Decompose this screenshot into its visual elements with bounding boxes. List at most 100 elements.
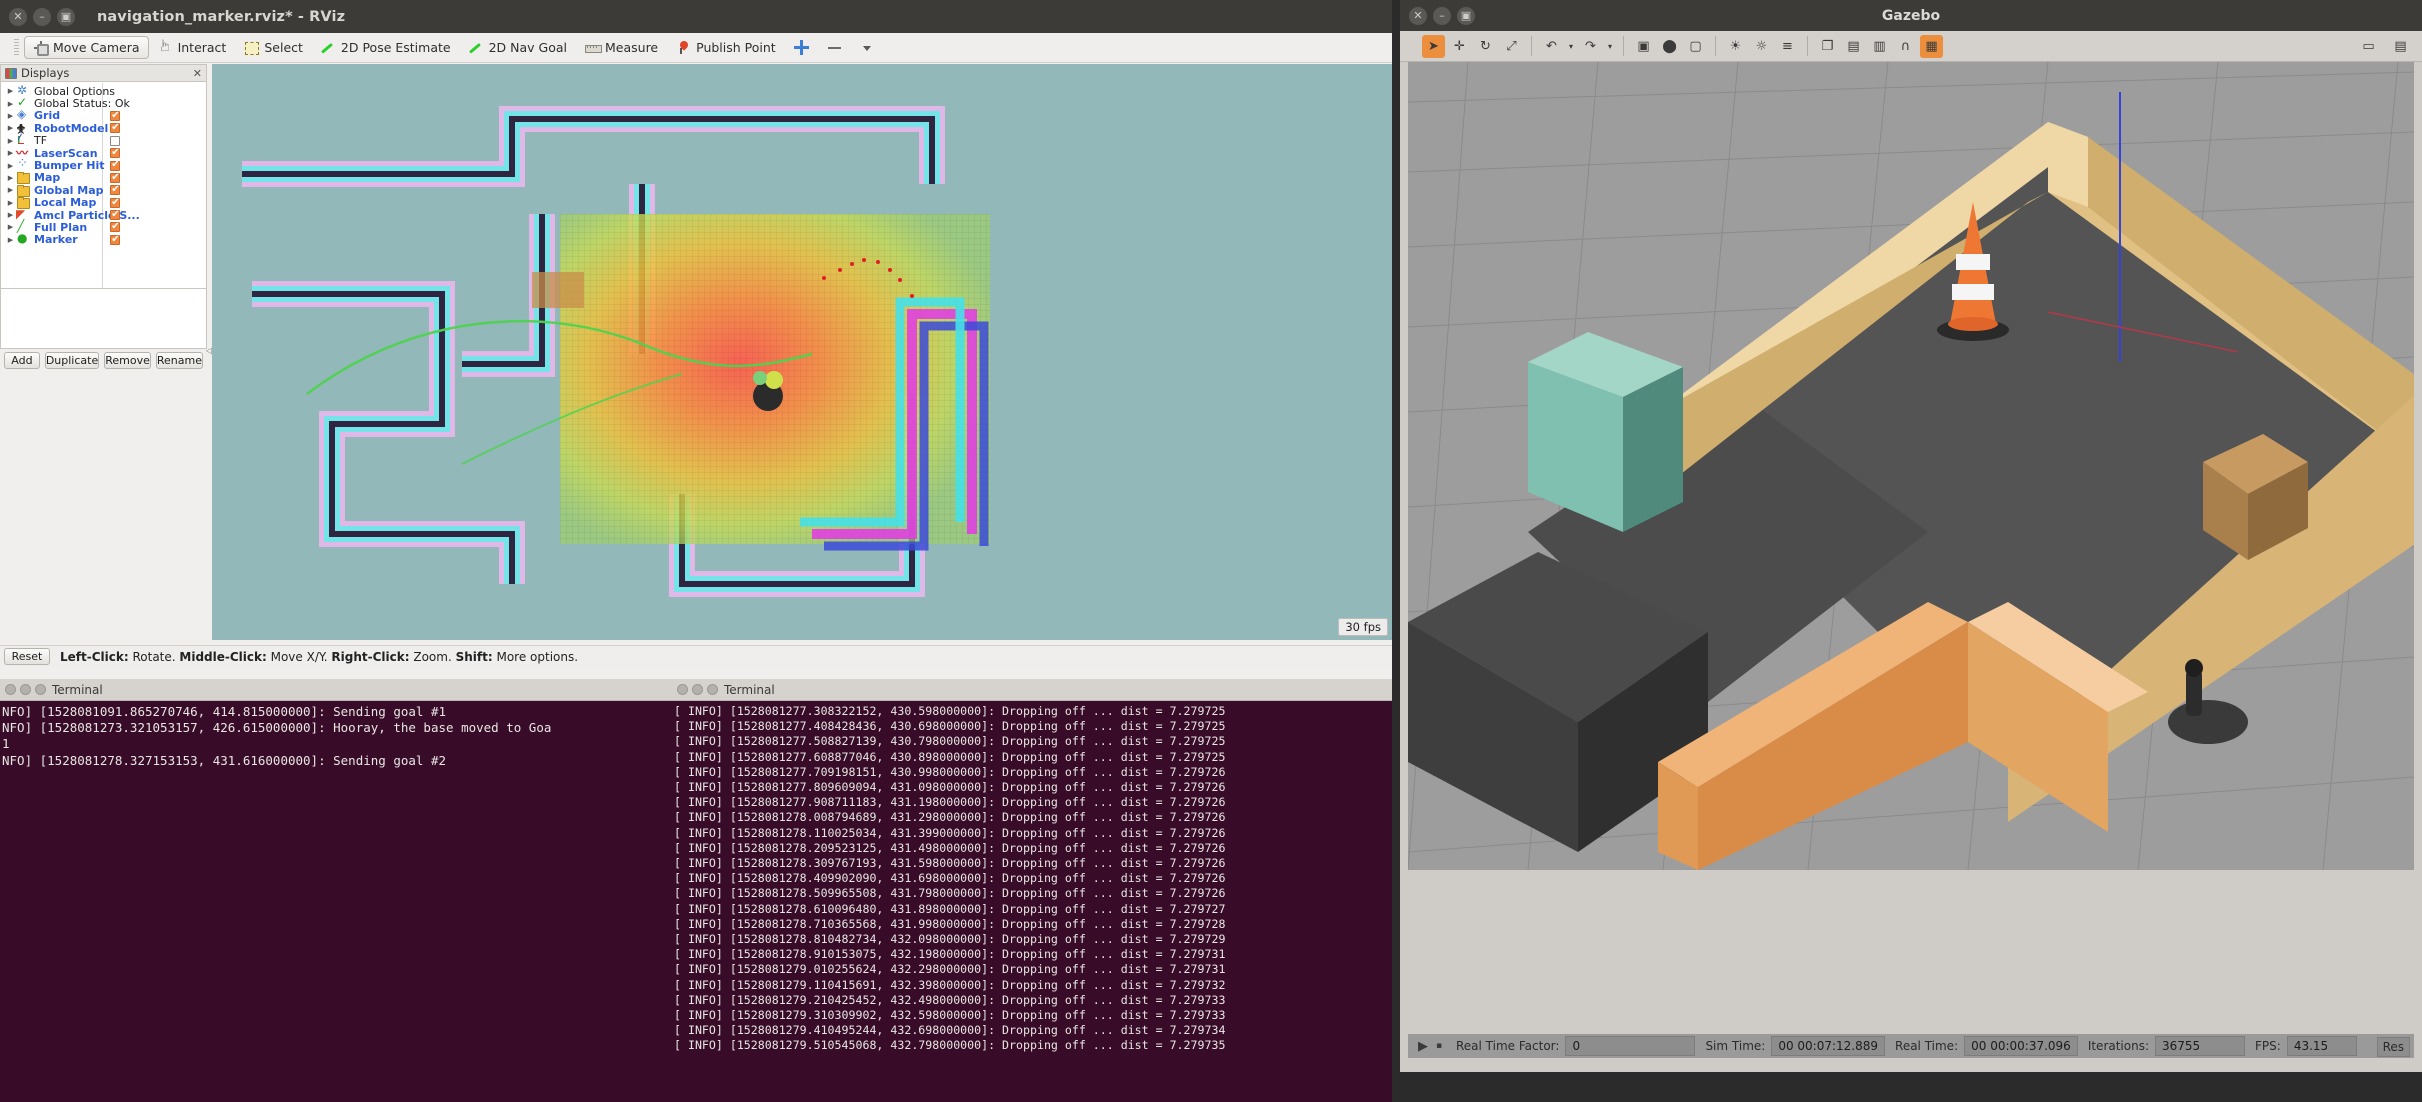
close-icon[interactable]: ✕ [9, 7, 27, 26]
light-directional-icon[interactable]: ≡ [1776, 35, 1799, 58]
reset-button[interactable]: Res [2376, 1037, 2410, 1057]
play-icon[interactable]: ▶ [1414, 1035, 1432, 1058]
display-item-map[interactable]: ▶ Map [1, 171, 206, 184]
terminal-line: [ INFO] [1528081278.610096480, 431.89800… [674, 901, 1226, 916]
gazebo-3d-viewport[interactable] [1408, 62, 2414, 870]
add-display-button[interactable]: Add [4, 351, 40, 369]
align-icon[interactable]: ▥ [1868, 35, 1891, 58]
expand-arrow-icon[interactable]: ▶ [5, 87, 16, 95]
rviz-scene-svg [212, 64, 1392, 640]
redo-icon[interactable]: ↷ [1579, 35, 1602, 58]
display-item-robotmodel[interactable]: ▶ RobotModel [1, 121, 206, 140]
light-point-icon[interactable]: ☀ [1724, 35, 1747, 58]
snap-icon[interactable]: ∩ [1894, 35, 1917, 58]
terminal-left-window[interactable]: Terminal NFO] [1528081091.865270746, 414… [0, 679, 672, 1102]
display-item-full-plan[interactable]: ▶ Full Plan [1, 219, 206, 234]
display-item-tf[interactable]: ▶ TF [1, 134, 206, 147]
close-icon[interactable] [5, 684, 16, 695]
tool-overflow[interactable] [851, 36, 884, 59]
undo-dropdown-icon[interactable]: ▾ [1566, 35, 1576, 58]
display-enabled-checkbox[interactable] [110, 122, 120, 134]
select-arrow-icon[interactable]: ➤ [1422, 34, 1445, 58]
expand-arrow-icon[interactable]: ▶ [5, 149, 16, 157]
change-view-icon[interactable]: ▦ [1920, 34, 1943, 58]
minimize-icon[interactable] [692, 684, 703, 695]
display-item-global-status[interactable]: ▶ Global Status: Ok [1, 95, 206, 110]
expand-arrow-icon[interactable]: ▶ [5, 236, 16, 244]
expand-arrow-icon[interactable]: ▶ [5, 223, 16, 231]
toolbar-grip-handle[interactable] [14, 38, 19, 57]
undo-icon[interactable]: ↶ [1540, 35, 1563, 58]
display-enabled-checkbox[interactable] [110, 159, 120, 171]
tool-2d-pose-estimate[interactable]: 2D Pose Estimate [312, 36, 460, 59]
expand-arrow-icon[interactable]: ▶ [5, 112, 16, 120]
gazebo-left-panel-edge[interactable] [1400, 62, 1408, 1072]
copy-icon[interactable]: ❐ [1816, 35, 1839, 58]
tool-add[interactable] [785, 36, 818, 59]
display-item-marker[interactable]: ▶ Marker [1, 231, 206, 246]
expand-arrow-icon[interactable]: ▶ [5, 162, 16, 170]
screenshot-icon[interactable]: ▭ [2357, 35, 2380, 58]
display-item-grid[interactable]: ▶ Grid [1, 107, 206, 123]
display-item-laserscan[interactable]: ▶ LaserScan [1, 144, 206, 161]
displays-panel-close-icon[interactable]: ✕ [193, 67, 202, 80]
maximize-icon[interactable]: ▣ [57, 7, 75, 26]
display-item-global-map[interactable]: ▶ Global Map [1, 184, 206, 197]
expand-arrow-icon[interactable]: ▶ [5, 174, 16, 182]
tool-2d-nav-goal[interactable]: 2D Nav Goal [460, 36, 576, 59]
sim-time-value: 00 00:07:12.889 [1771, 1036, 1886, 1056]
cylinder-icon[interactable]: ▢ [1684, 35, 1707, 58]
box-icon[interactable]: ▣ [1632, 35, 1655, 58]
redo-dropdown-icon[interactable]: ▾ [1605, 35, 1615, 58]
paste-icon[interactable]: ▤ [1842, 35, 1865, 58]
rename-display-button[interactable]: Rename [155, 351, 203, 369]
maximize-icon[interactable] [707, 684, 718, 695]
display-item-global-options[interactable]: ▶ Global Options [1, 83, 206, 98]
toolbar-separator [1807, 36, 1808, 56]
reset-view-button[interactable]: Reset [4, 648, 50, 665]
close-icon[interactable] [677, 684, 688, 695]
display-enabled-checkbox[interactable] [110, 234, 120, 246]
expand-arrow-icon[interactable]: ▶ [5, 124, 16, 132]
terminal-right-window[interactable]: Terminal [ INFO] [1528081277.308322152, … [672, 679, 1392, 1102]
display-enabled-checkbox[interactable] [110, 135, 120, 146]
display-label: Grid [34, 109, 61, 123]
minimize-icon[interactable]: – [33, 7, 51, 26]
duplicate-display-button[interactable]: Duplicate [44, 351, 100, 369]
display-enabled-checkbox[interactable] [110, 209, 120, 221]
display-enabled-checkbox[interactable] [110, 197, 120, 209]
terminal-line: [ INFO] [1528081278.008794689, 431.29800… [674, 810, 1226, 825]
rotate-icon[interactable]: ↻ [1474, 35, 1497, 58]
step-icon[interactable]: ▪ [1432, 1035, 1446, 1058]
select-rect-icon [244, 40, 260, 55]
tool-publish-point[interactable]: Publish Point [667, 36, 785, 59]
tool-select[interactable]: Select [235, 36, 312, 59]
expand-arrow-icon[interactable]: ▶ [5, 137, 16, 145]
display-enabled-checkbox[interactable] [110, 110, 120, 122]
expand-arrow-icon[interactable]: ▶ [5, 100, 16, 108]
display-enabled-checkbox[interactable] [110, 172, 120, 184]
tool-move-camera[interactable]: Move Camera [24, 36, 149, 59]
expand-arrow-icon[interactable]: ▶ [5, 186, 16, 194]
tool-interact[interactable]: Interact [149, 36, 236, 59]
display-item-bumper-hit[interactable]: ▶ Bumper Hit [1, 156, 206, 172]
minus-icon [827, 40, 842, 55]
rviz-3d-view[interactable]: 30 fps [212, 64, 1392, 640]
sphere-icon[interactable]: ⬤ [1658, 35, 1681, 58]
remove-display-button[interactable]: Remove [104, 351, 151, 369]
display-item-local-map[interactable]: ▶ Local Map [1, 196, 206, 209]
tool-measure[interactable]: Measure [576, 36, 667, 59]
expand-arrow-icon[interactable]: ▶ [5, 211, 16, 219]
display-enabled-checkbox[interactable] [110, 147, 120, 159]
maximize-icon[interactable] [35, 684, 46, 695]
light-spot-icon[interactable]: ☼ [1750, 35, 1773, 58]
tool-remove[interactable] [818, 36, 851, 59]
minimize-icon[interactable] [20, 684, 31, 695]
translate-icon[interactable]: ✛ [1448, 35, 1471, 58]
log-icon[interactable]: ▤ [2389, 35, 2412, 58]
display-item-amcl-particle-swarm[interactable]: ▶ Amcl Particle S... [1, 207, 206, 222]
display-enabled-checkbox[interactable] [110, 184, 120, 196]
expand-arrow-icon[interactable]: ▶ [5, 199, 16, 207]
display-enabled-checkbox[interactable] [110, 221, 120, 233]
scale-icon[interactable]: ⤢ [1500, 35, 1523, 58]
